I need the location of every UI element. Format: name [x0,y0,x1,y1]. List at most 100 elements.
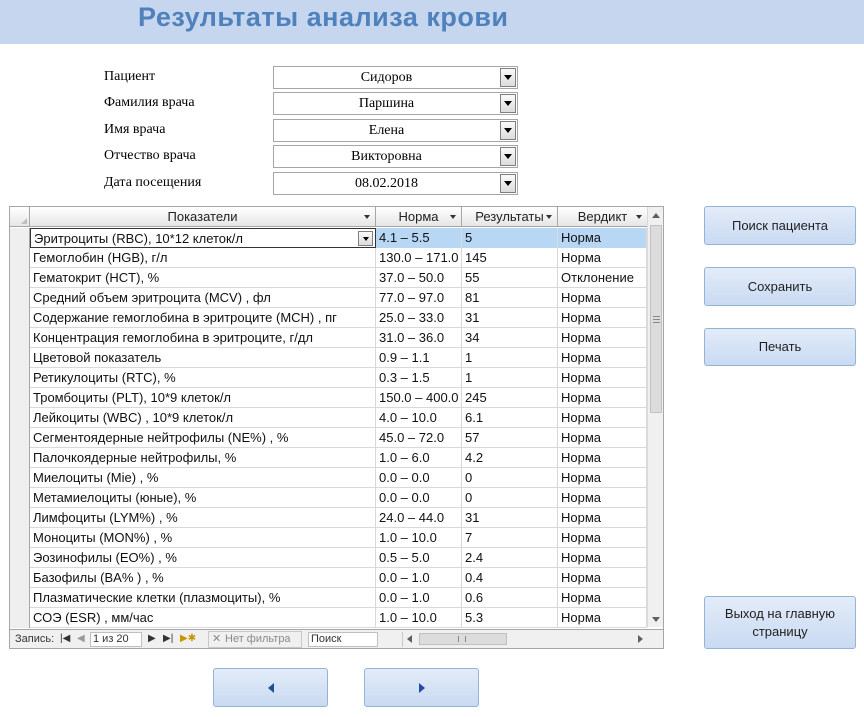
result-cell[interactable]: 7 [462,528,558,548]
verdict-cell[interactable]: Норма [558,348,647,368]
norm-cell[interactable]: 0.3 – 1.5 [376,368,462,388]
record-selector[interactable] [10,248,30,268]
norm-cell[interactable]: 0.5 – 5.0 [376,548,462,568]
verdict-cell[interactable]: Норма [558,408,647,428]
norm-cell[interactable]: 1.0 – 6.0 [376,448,462,468]
verdict-cell[interactable]: Норма [558,588,647,608]
table-row[interactable]: Метамиелоциты (юные), % 0.0 – 0.0 0 Норм… [10,488,647,508]
sort-arrow-icon[interactable] [450,215,456,219]
verdict-cell[interactable]: Норма [558,328,647,348]
doctor-middle-dropdown-button[interactable] [500,147,516,166]
exit-to-main-button[interactable]: Выход на главную страницу [704,596,856,649]
verdict-cell[interactable]: Норма [558,308,647,328]
doctor-first-dropdown-button[interactable] [500,121,516,140]
indicator-cell[interactable]: Лимфоциты (LYM%) , % [30,508,376,528]
verdict-cell[interactable]: Норма [558,368,647,388]
indicator-cell[interactable]: Содержание гемоглобина в эритроците (MCH… [30,308,376,328]
verdict-cell[interactable]: Норма [558,388,647,408]
horizontal-scrollbar[interactable] [402,632,647,647]
table-row[interactable]: Эритроциты (RBC), 10*12 клеток/л 4.1 – 5… [10,228,647,248]
next-record-icon[interactable]: ▶ [148,633,156,644]
table-row[interactable]: Гематокрит (HCT), % 37.0 – 50.0 55 Откло… [10,268,647,288]
verdict-cell[interactable]: Норма [558,448,647,468]
column-header-results[interactable]: Результаты [462,207,558,227]
result-cell[interactable]: 1 [462,348,558,368]
result-cell[interactable]: 55 [462,268,558,288]
result-cell[interactable]: 0.4 [462,568,558,588]
result-cell[interactable]: 0 [462,468,558,488]
verdict-cell[interactable]: Норма [558,288,647,308]
verdict-cell[interactable]: Норма [558,528,647,548]
record-selector[interactable] [10,348,30,368]
record-selector[interactable] [10,568,30,588]
indicator-cell[interactable]: Сегментоядерные нейтрофилы (NE%) , % [30,428,376,448]
record-selector[interactable] [10,488,30,508]
scroll-right-icon[interactable] [638,635,643,643]
norm-cell[interactable]: 24.0 – 44.0 [376,508,462,528]
doctor-last-dropdown-button[interactable] [500,94,516,113]
result-cell[interactable]: 5 [462,228,558,248]
norm-cell[interactable]: 1.0 – 10.0 [376,528,462,548]
indicator-cell[interactable]: Миелоциты (Mie) , % [30,468,376,488]
norm-cell[interactable]: 0.0 – 0.0 [376,468,462,488]
record-selector[interactable] [10,328,30,348]
sort-arrow-icon[interactable] [636,215,642,219]
sort-arrow-icon[interactable] [364,215,370,219]
indicator-cell[interactable]: Моноциты (MON%) , % [30,528,376,548]
record-selector[interactable] [10,448,30,468]
indicator-cell[interactable]: Гемоглобин (HGB), г/л [30,248,376,268]
table-row[interactable]: Сегментоядерные нейтрофилы (NE%) , % 45.… [10,428,647,448]
record-selector[interactable] [10,408,30,428]
norm-cell[interactable]: 0.0 – 1.0 [376,568,462,588]
select-all-corner[interactable] [10,207,30,227]
table-row[interactable]: Базофилы (BA% ) , % 0.0 – 1.0 0.4 Норма [10,568,647,588]
visit-date-combo[interactable]: 08.02.2018 [273,172,518,195]
indicator-cell[interactable]: Палочкоядерные нейтрофилы, % [30,448,376,468]
record-selector[interactable] [10,468,30,488]
table-row[interactable]: Ретикулоциты (RTC), % 0.3 – 1.5 1 Норма [10,368,647,388]
record-selector[interactable] [10,368,30,388]
table-row[interactable]: Концентрация гемоглобина в эритроците, г… [10,328,647,348]
table-row[interactable]: Гемоглобин (HGB), г/л 130.0 – 171.0 145 … [10,248,647,268]
indicator-cell[interactable]: Лейкоциты (WBC) , 10*9 клеток/л [30,408,376,428]
indicator-cell[interactable]: Концентрация гемоглобина в эритроците, г… [30,328,376,348]
column-header-norm[interactable]: Норма [376,207,462,227]
table-row[interactable]: Моноциты (MON%) , % 1.0 – 10.0 7 Норма [10,528,647,548]
indicator-cell[interactable]: Средний объем эритроцита (MCV) , фл [30,288,376,308]
result-cell[interactable]: 34 [462,328,558,348]
result-cell[interactable]: 31 [462,308,558,328]
patient-combo[interactable]: Сидоров [273,66,518,89]
indicator-cell[interactable]: Тромбоциты (PLT), 10*9 клеток/л [30,388,376,408]
verdict-cell[interactable]: Норма [558,228,647,248]
scroll-up-button[interactable] [648,207,663,223]
column-header-verdict[interactable]: Вердикт [558,207,647,227]
result-cell[interactable]: 0.6 [462,588,558,608]
record-selector[interactable] [10,288,30,308]
patient-dropdown-button[interactable] [500,68,516,87]
table-row[interactable]: Плазматические клетки (плазмоциты), % 0.… [10,588,647,608]
norm-cell[interactable]: 4.1 – 5.5 [376,228,462,248]
record-selector[interactable] [10,388,30,408]
norm-cell[interactable]: 31.0 – 36.0 [376,328,462,348]
scroll-left-icon[interactable] [407,635,412,643]
record-selector[interactable] [10,548,30,568]
record-selector[interactable] [10,588,30,608]
record-counter[interactable]: 1 из 20 [90,632,142,647]
verdict-cell[interactable]: Норма [558,548,647,568]
result-cell[interactable]: 31 [462,508,558,528]
doctor-middle-combo[interactable]: Викторовна [273,145,518,168]
indicator-cell[interactable]: Цветовой показатель [30,348,376,368]
cell-dropdown-button[interactable] [358,231,373,246]
doctor-first-combo[interactable]: Елена [273,119,518,142]
table-row[interactable]: СОЭ (ESR) , мм/час 1.0 – 10.0 5.3 Норма [10,608,647,628]
find-patient-button[interactable]: Поиск пациента [704,206,856,245]
visit-date-dropdown-button[interactable] [500,174,516,193]
indicator-cell[interactable]: Гематокрит (HCT), % [30,268,376,288]
print-button[interactable]: Печать [704,328,856,366]
prev-record-icon[interactable]: ◀ [77,633,85,644]
result-cell[interactable]: 0 [462,488,558,508]
scroll-down-button[interactable] [648,611,663,627]
norm-cell[interactable]: 130.0 – 171.0 [376,248,462,268]
table-row[interactable]: Эозинофилы (EO%) , % 0.5 – 5.0 2.4 Норма [10,548,647,568]
norm-cell[interactable]: 0.0 – 1.0 [376,588,462,608]
